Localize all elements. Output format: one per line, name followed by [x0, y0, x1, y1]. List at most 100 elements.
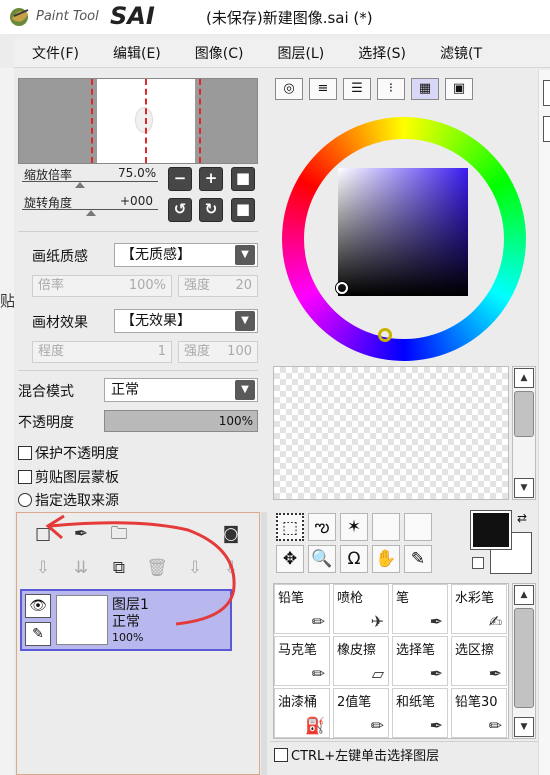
paper-strength-field: 强度 20: [178, 275, 258, 297]
saturation-value-square[interactable]: [336, 168, 468, 296]
tool-airbrush[interactable]: 喷枪 ✈: [333, 584, 389, 634]
app-logo: Paint Tool SAI: [8, 2, 198, 30]
eyedropper-tool[interactable]: ✎: [404, 545, 432, 573]
navigator-guide-mid: [145, 79, 147, 163]
scroll-down-icon[interactable]: ▼: [514, 478, 534, 498]
swatch-scrollbar[interactable]: ▲ ▼: [512, 366, 536, 500]
panel-button[interactable]: [543, 116, 550, 142]
opacity-value: 100%: [218, 414, 253, 428]
zoom-out-button[interactable]: −: [168, 167, 192, 191]
rotate-slider-handle[interactable]: [86, 210, 96, 216]
radio-circle[interactable]: [18, 493, 32, 507]
paper-strength-value: 20: [235, 278, 252, 293]
magic-wand-tool[interactable]: ✶: [340, 513, 368, 541]
transparent-color-icon[interactable]: [472, 557, 484, 569]
tool-scrollbar[interactable]: ▲ ▼: [512, 583, 536, 739]
color-mixer-tab[interactable]: ⁝: [377, 78, 405, 100]
tool-brush[interactable]: 笔 ✒: [392, 584, 448, 634]
eraser-icon: ▱: [371, 664, 384, 683]
watercolor-icon: ✍: [488, 612, 502, 631]
ctrl-click-select-checkbox[interactable]: CTRL+左键单击选择图层: [274, 745, 439, 764]
scroll-down-icon[interactable]: ▼: [514, 717, 534, 737]
chevron-down-icon[interactable]: ▼: [235, 245, 255, 265]
tool-label: 笔: [396, 591, 410, 606]
lasso-tool[interactable]: ఌ: [308, 513, 336, 541]
tool-pencil[interactable]: 铅笔 ✏: [274, 584, 330, 634]
scratchpad-tab[interactable]: ▣: [445, 78, 473, 100]
navigator-preview[interactable]: [18, 78, 258, 164]
panel-splitter[interactable]: [261, 512, 267, 775]
tool-label: 2值笔: [337, 695, 372, 710]
color-wheel-tab[interactable]: ◎: [275, 78, 303, 100]
clipping-mask-checkbox[interactable]: 剪贴图层蒙板: [18, 467, 119, 487]
scroll-up-icon[interactable]: ▲: [514, 368, 534, 388]
menu-filter[interactable]: 滤镜(T: [422, 43, 498, 63]
zoom-in-button[interactable]: +: [199, 167, 223, 191]
menu-image[interactable]: 图像(C): [177, 43, 260, 63]
tool-select-pen[interactable]: 选择笔 ✒: [392, 636, 448, 686]
menu-file[interactable]: 文件(F): [14, 43, 95, 63]
effect-strength-field: 强度 100: [178, 341, 258, 363]
tool-eraser[interactable]: 橡皮擦 ▱: [333, 636, 389, 686]
logo-big-text: SAI: [110, 2, 155, 30]
move-tool[interactable]: ✥: [276, 545, 304, 573]
hue-marker[interactable]: [378, 328, 392, 342]
pencil-icon: ✏: [311, 612, 325, 631]
opacity-label: 不透明度: [18, 415, 74, 431]
tool-label: 选择笔: [396, 643, 436, 658]
zoom-tool[interactable]: 🔍: [308, 545, 336, 573]
scroll-thumb[interactable]: [514, 608, 534, 708]
menu-edit[interactable]: 编辑(E): [95, 43, 177, 63]
swatches-tab[interactable]: ▦: [411, 78, 439, 100]
swatch-grid[interactable]: [273, 366, 509, 500]
tool-label: 水彩笔: [455, 591, 495, 606]
tool-bucket[interactable]: 油漆桶 ⛽: [274, 688, 330, 738]
protect-opacity-checkbox[interactable]: 保护不透明度: [18, 443, 119, 463]
tool-binary-pen[interactable]: 2值笔 ✏: [333, 688, 389, 738]
tool-marker[interactable]: 马克笔 ✏: [274, 636, 330, 686]
rotate-tool[interactable]: Ω: [340, 545, 368, 573]
scroll-up-icon[interactable]: ▲: [514, 585, 534, 605]
title-bar: Paint Tool SAI (未保存)新建图像.sai (*): [0, 0, 550, 34]
opacity-slider[interactable]: 100%: [104, 410, 258, 432]
panel-button[interactable]: [543, 80, 550, 106]
rotate-reset-button[interactable]: ■: [231, 198, 255, 222]
rotate-right-button[interactable]: ↻: [199, 198, 223, 222]
paper-strength-label: 强度: [184, 278, 211, 293]
chevron-down-icon[interactable]: ▼: [235, 380, 255, 400]
clipping-mask-label: 剪贴图层蒙板: [35, 470, 119, 486]
effect-strength-value: 100: [227, 344, 252, 359]
left-edge-strip: [0, 68, 14, 775]
tool-label: 铅笔30: [455, 695, 498, 710]
tool-washi-pen[interactable]: 和纸笔 ✒: [392, 688, 448, 738]
blend-mode-label: 混合模式: [18, 384, 74, 400]
tool-label: 橡皮擦: [337, 643, 377, 658]
scroll-thumb[interactable]: [514, 391, 534, 437]
tool-label: 铅笔: [278, 591, 305, 606]
zoom-slider-handle[interactable]: [75, 182, 85, 188]
paper-texture-label: 画纸质感: [32, 249, 88, 265]
zoom-slider-track[interactable]: [22, 181, 158, 182]
checkbox-box[interactable]: [18, 446, 32, 460]
tool-watercolor[interactable]: 水彩笔 ✍: [451, 584, 507, 634]
brush-icon: ✒: [429, 612, 443, 631]
menu-layer[interactable]: 图层(L): [259, 43, 340, 63]
menu-select[interactable]: 选择(S): [340, 43, 422, 63]
logo-small-text: Paint Tool: [36, 9, 99, 24]
checkbox-box[interactable]: [18, 470, 32, 484]
sv-marker[interactable]: [336, 282, 348, 294]
rotate-left-button[interactable]: ↺: [168, 198, 192, 222]
zoom-reset-button[interactable]: ■: [231, 167, 255, 191]
chevron-down-icon[interactable]: ▼: [235, 311, 255, 331]
hand-tool[interactable]: ✋: [372, 545, 400, 573]
tool-pencil30[interactable]: 铅笔30 ✏: [451, 688, 507, 738]
brush-effect-label: 画材效果: [32, 315, 88, 331]
checkbox-box[interactable]: [274, 748, 288, 762]
primary-color[interactable]: [471, 511, 511, 549]
hsv-slider-tab[interactable]: ☰: [343, 78, 371, 100]
marker-icon: ✏: [311, 664, 325, 683]
rgb-slider-tab[interactable]: ≡: [309, 78, 337, 100]
marquee-tool[interactable]: ⬚: [276, 513, 304, 541]
swap-colors-icon[interactable]: ⇄: [517, 511, 527, 525]
tool-select-eraser[interactable]: 选区擦 ✒: [451, 636, 507, 686]
